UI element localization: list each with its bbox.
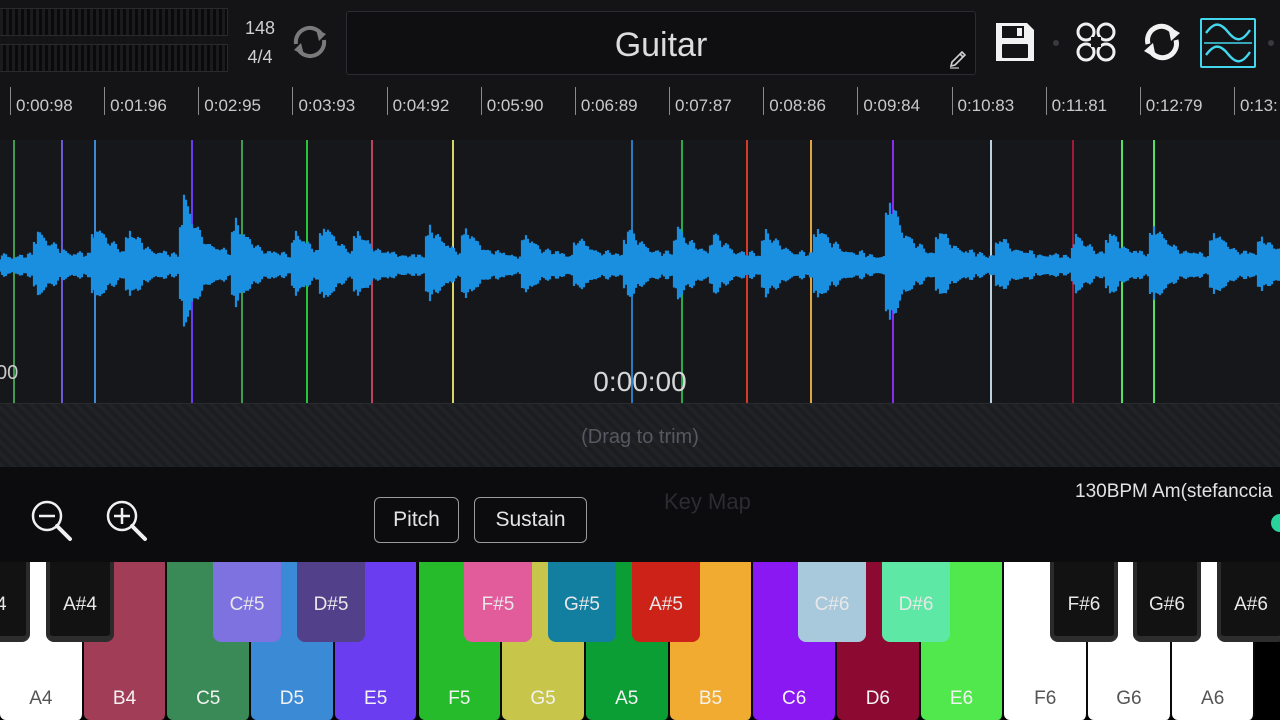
piano-key-label: A#5 [649,594,683,615]
separator-dot [1053,40,1059,46]
ruler-label: 0:04:92 [392,96,450,115]
preset-slider-knob[interactable] [1271,514,1280,532]
ruler-tick [857,87,859,115]
piano-key-label: B4 [112,688,137,709]
piano-key-label: F#6 [1067,594,1101,615]
piano-key-f-sharp6[interactable]: F#6 [1050,562,1118,642]
ruler-label: 0:12:79 [1145,96,1203,115]
piano-key-label: D#6 [898,594,934,615]
waveform-canvas [0,140,1280,403]
repeat-icon[interactable] [1138,18,1186,66]
piano-key-label: G#6 [1149,594,1185,615]
piano-key-g-sharp5[interactable]: G#5 [548,562,616,642]
piano-key-label: D5 [279,688,305,709]
track-title: Guitar [614,26,708,64]
piano-key-f-sharp5[interactable]: F#5 [464,562,532,642]
piano-key-a-sharp4[interactable]: A#4 [46,562,114,642]
piano-key-label: E5 [364,688,388,709]
ruler-label: 0:13: [1239,96,1278,115]
trim-hint: (Drag to trim) [581,426,699,448]
piano-key-label: C5 [196,688,221,709]
ruler-tick [480,87,482,115]
piano-key-label: B5 [698,688,723,709]
piano-key--sharp4[interactable]: #4 [0,562,30,642]
ruler-tick [104,87,106,115]
ruler-tick [574,87,576,115]
level-meter-left [0,8,228,36]
piano-key-label: C#6 [814,594,850,615]
piano-key-label: G#5 [564,594,600,615]
separator-dot [1268,40,1274,46]
trim-handle-bar[interactable]: (Drag to trim) [0,403,1280,467]
ruler-tick [669,87,671,115]
ruler-label: 0:09:84 [863,96,921,115]
ruler-label: 0:02:95 [204,96,262,115]
preset-name[interactable]: 130BPM Am(stefanccia [1075,481,1272,503]
piano-key-label: A#6 [1234,594,1268,615]
piano-key-label: G6 [1116,688,1142,709]
track-title-field[interactable]: Guitar [346,11,976,75]
piano-key-label: G5 [530,688,556,709]
ruler-label: 0:07:87 [675,96,732,115]
zoom-out-icon[interactable] [28,497,74,543]
ruler-tick [10,87,11,115]
playhead-time: 0:00:00 [593,366,687,397]
piano-key-label: C6 [781,688,807,709]
piano-key-label: D#5 [313,594,349,615]
ruler-label: 0:08:86 [769,96,826,115]
floppy-disk-icon[interactable] [991,18,1039,66]
piano-key-label: #4 [0,594,7,615]
loop-markers-icon[interactable] [1072,18,1120,66]
ruler-label: 0:11:81 [1051,96,1108,115]
time-ruler[interactable]: 0:00:98 0:01:96 0:02:95 0:03:93 0:04:92 0:05:… [0,84,1280,140]
ruler-label: 0:00:98 [16,96,73,115]
zoom-in-icon[interactable] [103,497,149,543]
piano-key-label: A6 [1201,688,1225,709]
pencil-icon[interactable] [947,48,969,70]
piano-key-label: F6 [1034,688,1057,709]
ruler-tick [386,87,388,115]
sustain-button[interactable]: Sustain [474,497,587,543]
control-strip: Key Map Pitch Sustain 130BPM Am(stefancc… [0,467,1280,562]
piano-key-d-sharp6[interactable]: D#6 [882,562,950,642]
piano-key-label: F5 [448,688,471,709]
piano-key-d-sharp5[interactable]: D#5 [297,562,365,642]
piano-key-label: A5 [615,688,639,709]
ruler-tick [1045,87,1047,115]
level-meter-right [0,44,228,72]
piano-key-label: A#4 [63,594,97,615]
piano-key-a-sharp5[interactable]: A#5 [632,562,700,642]
ruler-tick [951,87,953,115]
ruler-tick [1233,87,1235,115]
top-bar: 148 4/4 Guitar [0,0,1280,84]
ruler-label: 0:10:83 [957,96,1015,115]
pitch-button[interactable]: Pitch [374,497,459,543]
waveform-toggle-icon[interactable] [1200,18,1256,68]
piano-key-label: E6 [949,688,974,709]
waveform-view[interactable]: 00 0:00:00 [0,140,1280,403]
piano-keyboard: A4 B4 C5 D5 E5 F5 G5 A5 B5 C6 D6 E6 F6 G6 A6 #4 A#4 C#5 D#… [0,562,1280,720]
ruler-tick [1139,87,1141,115]
ruler-label: 0:06:89 [580,96,638,115]
level-meter [0,8,228,74]
ruler-tick [763,87,765,115]
faded-key-map-label: Key Map [664,489,751,514]
tempo-value[interactable]: 148 [238,18,282,39]
ruler-tick [292,87,294,115]
piano-key-label: A4 [29,688,53,709]
time-signature[interactable]: 4/4 [238,47,282,68]
piano-key-c-sharp5[interactable]: C#5 [213,562,281,642]
piano-key-g-sharp6[interactable]: G#6 [1133,562,1201,642]
ruler-tick [198,87,200,115]
sync-arrows-icon[interactable] [288,20,332,64]
ruler-label: 0:01:96 [110,96,167,115]
ruler-label: 0:05:90 [486,96,544,115]
piano-key-label: F#5 [481,594,515,615]
ruler-label: 0:03:93 [298,96,356,115]
piano-key-c-sharp6[interactable]: C#6 [798,562,866,642]
piano-key-label: D6 [865,688,890,709]
piano-key-a-sharp6[interactable]: A#6 [1217,562,1280,642]
piano-key-label: C#5 [229,594,265,615]
